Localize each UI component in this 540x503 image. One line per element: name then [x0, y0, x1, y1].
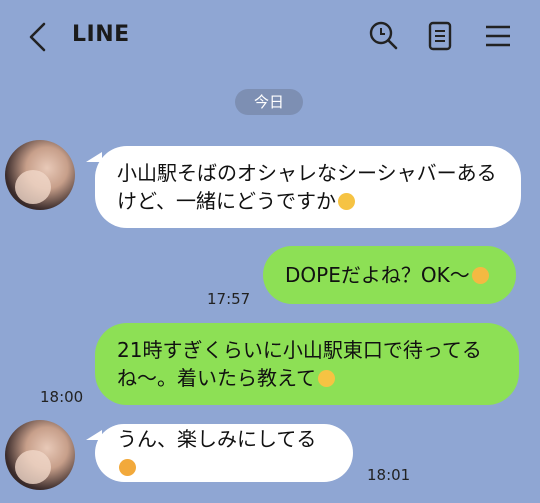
- contact-avatar[interactable]: [5, 140, 75, 210]
- date-divider: 今日: [235, 89, 303, 115]
- relieved-face-emoji: [338, 193, 355, 210]
- notes-icon[interactable]: [424, 20, 456, 52]
- message-text-line: けど、一緒にどうですか: [117, 187, 499, 215]
- outgoing-message-bubble[interactable]: DOPEだよね？OK〜: [263, 246, 516, 304]
- search-icon[interactable]: [368, 20, 400, 52]
- menu-icon[interactable]: [482, 20, 514, 52]
- message-text-line: ね〜。着いたら教えて: [117, 364, 497, 392]
- back-arrow-icon[interactable]: [26, 20, 50, 54]
- message-text: うん、楽しみにしてる: [117, 425, 331, 481]
- message-text-line: 21時すぎくらいに小山駅東口で待ってる: [117, 338, 482, 362]
- ok-hand-emoji: [471, 267, 489, 284]
- message-text: DOPEだよね？OK〜: [285, 261, 494, 289]
- chat-title: LINE: [72, 22, 130, 47]
- chat-header: LINE: [0, 0, 540, 74]
- message-time: 17:57: [207, 290, 251, 308]
- message-text-line: 小山駅そばのオシャレなシーシャバーある: [117, 161, 497, 185]
- smiling-face-with-hearts-emoji: [119, 459, 136, 476]
- incoming-message-bubble[interactable]: うん、楽しみにしてる: [95, 424, 353, 482]
- outgoing-message-bubble[interactable]: 21時すぎくらいに小山駅東口で待ってる ね〜。着いたら教えて: [95, 323, 519, 405]
- pleading-face-emoji: [318, 370, 335, 387]
- message-time: 18:00: [40, 388, 84, 406]
- contact-avatar[interactable]: [5, 420, 75, 490]
- incoming-message-bubble[interactable]: 小山駅そばのオシャレなシーシャバーある けど、一緒にどうですか: [95, 146, 521, 228]
- message-time: 18:01: [367, 466, 411, 484]
